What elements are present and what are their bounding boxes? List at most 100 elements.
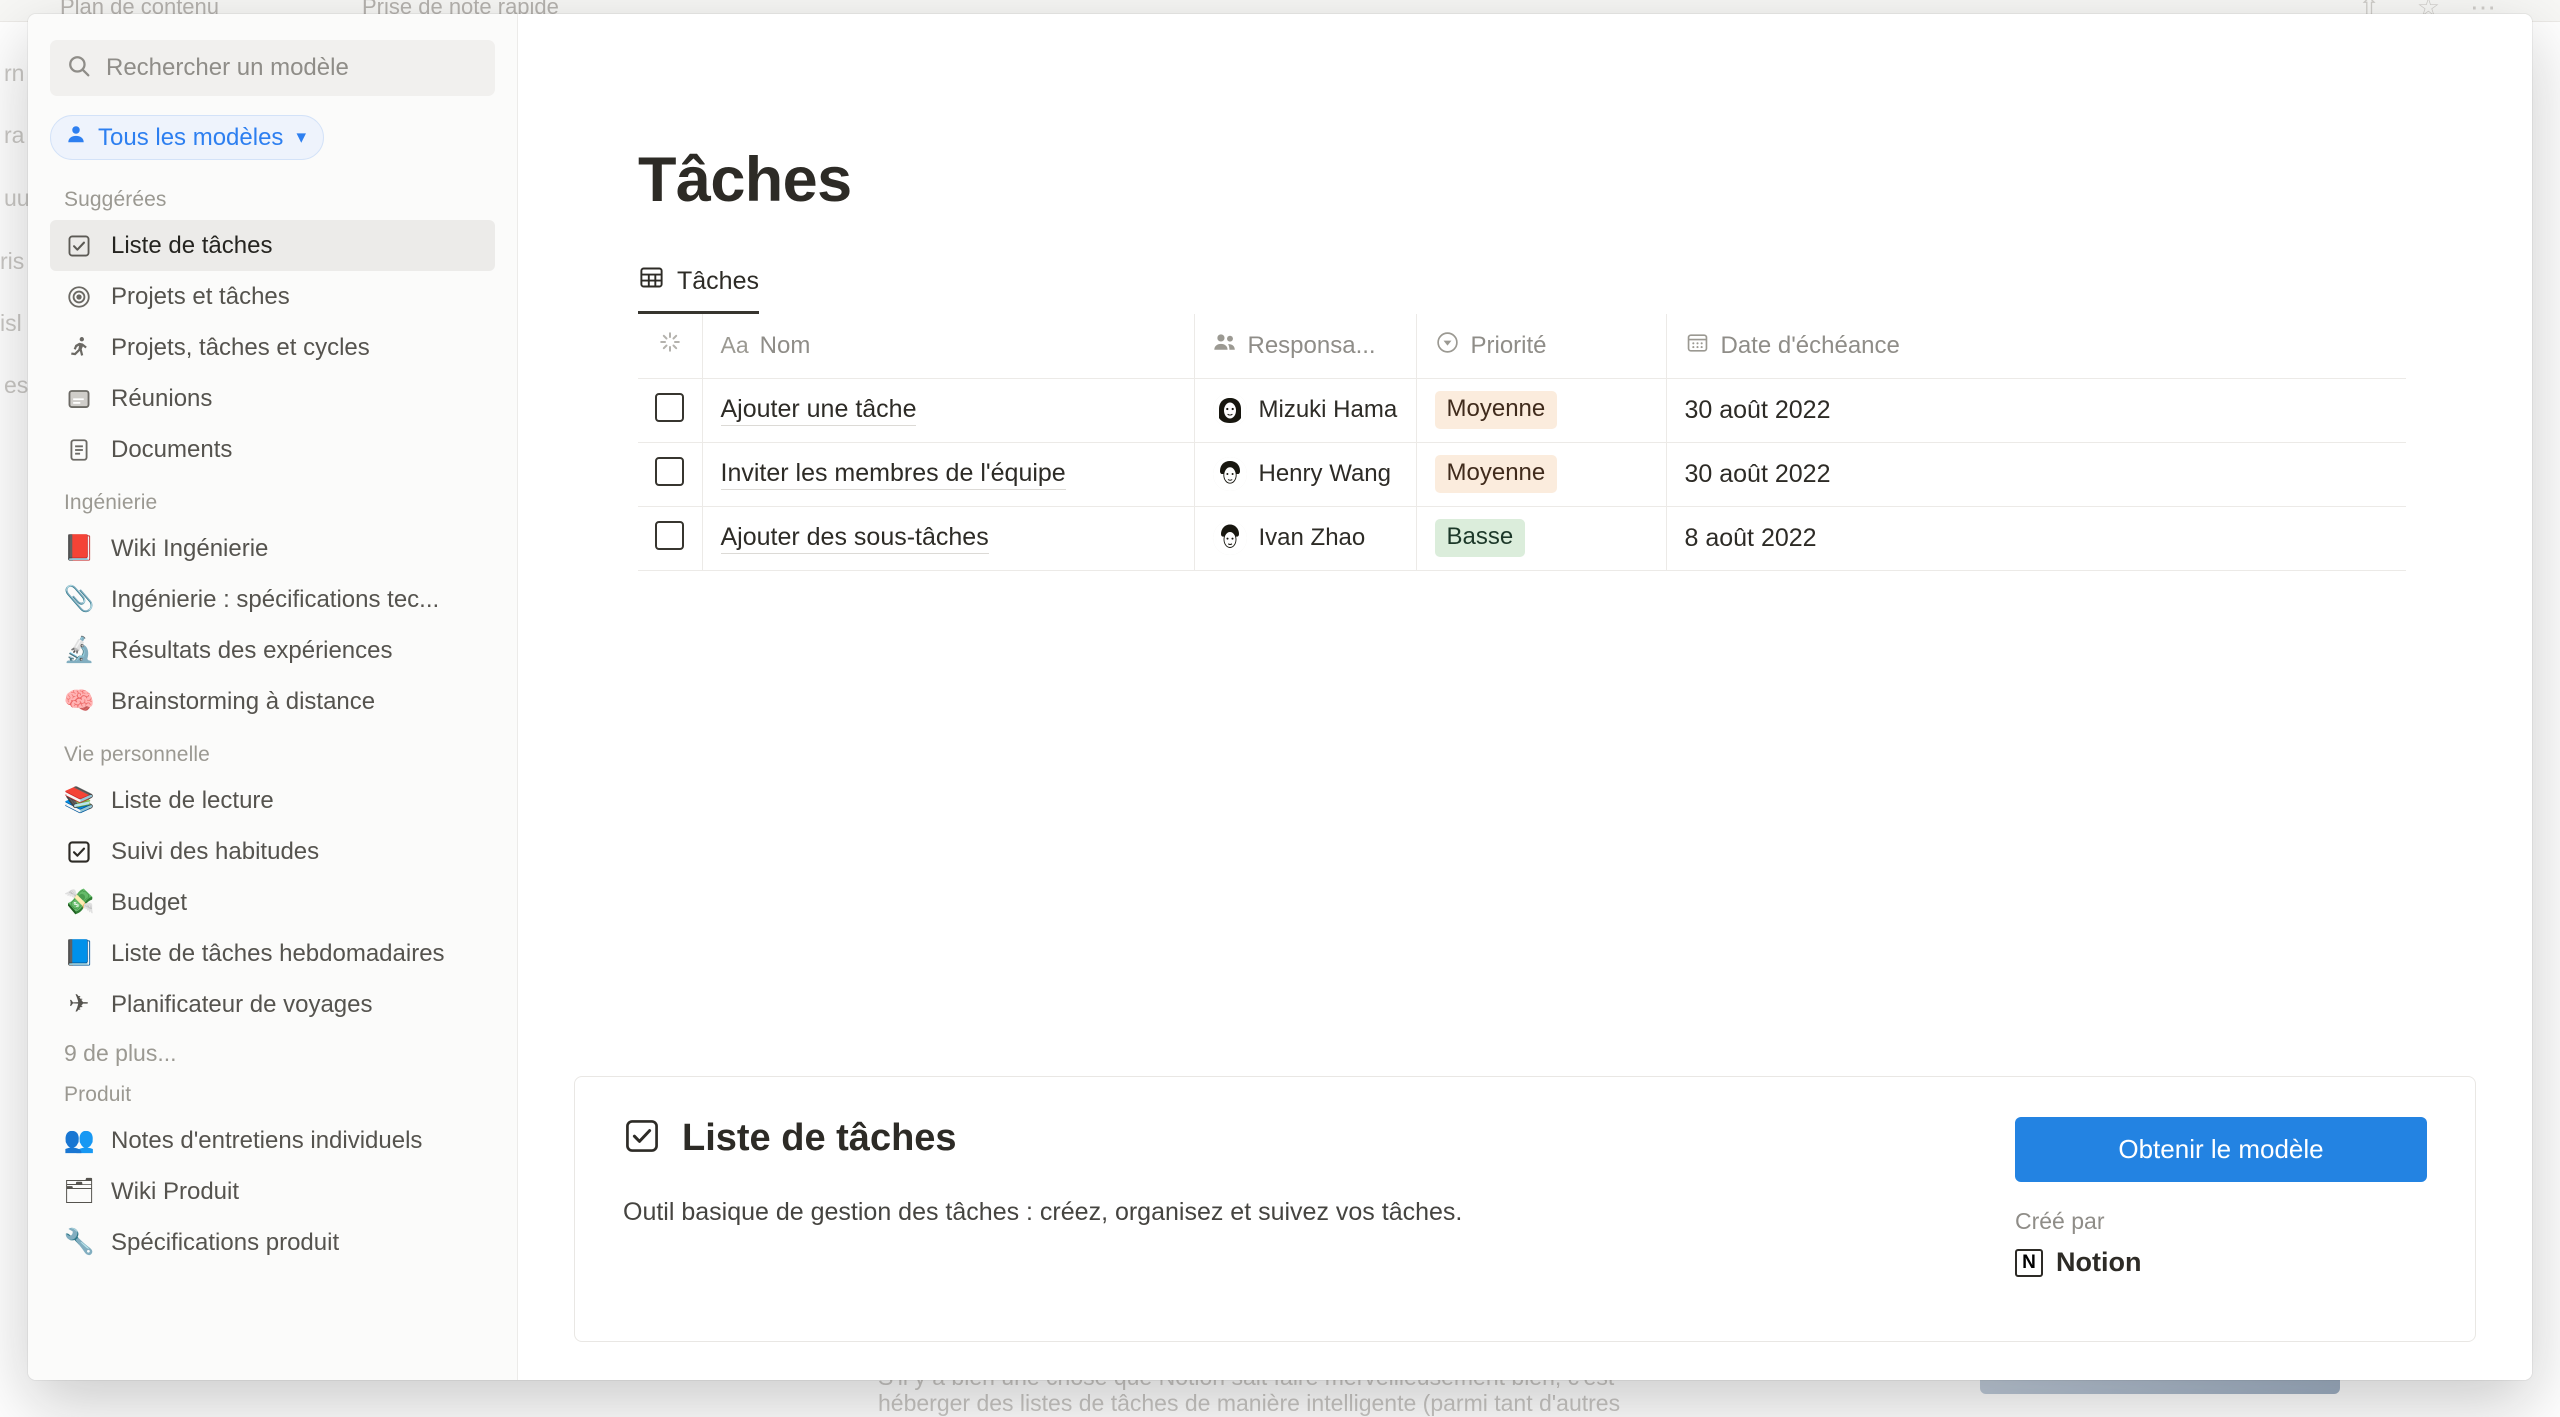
column-header-label: Priorité [1471, 332, 1547, 360]
row-priority-cell[interactable]: Moyenne [1416, 442, 1666, 506]
sidebar-item-label: Documents [111, 436, 232, 464]
column-header-check[interactable] [638, 314, 702, 378]
table-row[interactable]: Ajouter une tâche [638, 378, 2406, 442]
sidebar-item-suivi-des-habitudes[interactable]: Suivi des habitudes [50, 826, 495, 877]
row-checkbox[interactable] [655, 393, 684, 422]
row-owner-cell[interactable]: Mizuki Hama [1194, 378, 1416, 442]
sidebar-item-label: Liste de lecture [111, 787, 274, 815]
sidebar-item-liste-de-taches[interactable]: Liste de tâches [50, 220, 495, 271]
wrench-icon: 🔧 [64, 1228, 94, 1258]
sidebar-item-label: Projets, tâches et cycles [111, 334, 370, 362]
priority-badge: Moyenne [1435, 455, 1558, 493]
table-header-row: Aa Nom [638, 314, 2406, 378]
creator: N Notion [2015, 1247, 2427, 1278]
sidebar-item-projets-et-taches[interactable]: Projets et tâches [50, 271, 495, 322]
tab-label: Tâches [677, 267, 759, 296]
tab-taches[interactable]: Tâches [638, 264, 759, 314]
sidebar-item-reunions[interactable]: Réunions [50, 373, 495, 424]
row-date-cell[interactable]: 8 août 2022 [1666, 506, 2406, 570]
row-owner-cell[interactable]: Henry Wang [1194, 442, 1416, 506]
task-name[interactable]: Ajouter une tâche [721, 394, 917, 426]
column-header-owner[interactable]: Responsa... [1194, 314, 1416, 378]
book-icon: 📕 [64, 534, 94, 564]
sidebar-item-planificateur-de-voyages[interactable]: ✈ Planificateur de voyages [50, 979, 495, 1030]
sidebar-item-label: Résultats des expériences [111, 637, 392, 665]
search-field[interactable] [50, 40, 495, 96]
sidebar-item-resultats-experiences[interactable]: 🔬 Résultats des expériences [50, 625, 495, 676]
folder-icon: 🗂 [64, 1177, 94, 1207]
sidebar-item-label: Notes d'entretiens individuels [111, 1127, 422, 1155]
sidebar-item-budget[interactable]: 💸 Budget [50, 877, 495, 928]
sidebar-item-label: Ingénierie : spécifications tec... [111, 586, 439, 614]
all-templates-filter[interactable]: Tous les modèles ▾ [50, 115, 324, 160]
column-header-label: Date d'échéance [1721, 332, 1900, 360]
sidebar-item-projets-taches-cycles[interactable]: Projets, tâches et cycles [50, 322, 495, 373]
get-template-button[interactable]: Obtenir le modèle [2015, 1117, 2427, 1182]
sidebar-item-brainstorming-distance[interactable]: 🧠 Brainstorming à distance [50, 676, 495, 727]
template-preview-pane: Tâches Tâches [518, 14, 2532, 1380]
row-owner-cell[interactable]: Ivan Zhao [1194, 506, 1416, 570]
row-checkbox-cell[interactable] [638, 442, 702, 506]
column-header-date[interactable]: Date d'échéance [1666, 314, 2406, 378]
row-name-cell[interactable]: Ajouter une tâche [702, 378, 1194, 442]
row-name-cell[interactable]: Ajouter des sous-tâches [702, 506, 1194, 570]
row-date-cell[interactable]: 30 août 2022 [1666, 378, 2406, 442]
text-aa-icon: Aa [721, 332, 749, 359]
row-priority-cell[interactable]: Moyenne [1416, 378, 1666, 442]
row-checkbox[interactable] [655, 521, 684, 550]
document-icon [64, 435, 94, 465]
sidebar-item-label: Spécifications produit [111, 1229, 339, 1257]
notebook-icon: 📘 [64, 939, 94, 969]
show-more-link[interactable]: 9 de plus... [50, 1030, 495, 1067]
column-header-label: Nom [760, 332, 811, 360]
background-fragment-1: ra [4, 122, 24, 149]
background-body-line-2: héberger des listes de tâches de manière… [878, 1390, 1620, 1417]
due-date: 8 août 2022 [1685, 524, 1817, 552]
row-checkbox-cell[interactable] [638, 378, 702, 442]
section-label-vie-personnelle: Vie personnelle [50, 743, 495, 767]
avatar [1213, 393, 1247, 427]
airplane-icon: ✈ [64, 990, 94, 1020]
sidebar-item-liste-taches-hebdomadaires[interactable]: 📘 Liste de tâches hebdomadaires [50, 928, 495, 979]
sidebar-item-wiki-produit[interactable]: 🗂 Wiki Produit [50, 1166, 495, 1217]
sidebar-item-notes-entretiens-individuels[interactable]: 👥 Notes d'entretiens individuels [50, 1115, 495, 1166]
paperclip-icon: 📎 [64, 585, 94, 615]
section-label-ingenierie: Ingénierie [50, 491, 495, 515]
template-title: Liste de tâches [682, 1117, 957, 1160]
search-input[interactable] [106, 54, 479, 82]
row-checkbox[interactable] [655, 457, 684, 486]
priority-badge: Basse [1435, 519, 1526, 557]
tasks-table: Aa Nom [638, 314, 2406, 571]
sidebar-item-label: Planificateur de voyages [111, 991, 373, 1019]
sidebar-item-documents[interactable]: Documents [50, 424, 495, 475]
sidebar-item-liste-de-lecture[interactable]: 📚 Liste de lecture [50, 775, 495, 826]
column-header-name[interactable]: Aa Nom [702, 314, 1194, 378]
people-icon [1213, 331, 1237, 360]
owner-name: Ivan Zhao [1259, 524, 1366, 552]
task-name[interactable]: Inviter les membres de l'équipe [721, 458, 1066, 490]
sidebar-item-specifications-produit[interactable]: 🔧 Spécifications produit [50, 1217, 495, 1268]
table-row[interactable]: Ajouter des sous-tâches [638, 506, 2406, 570]
microscope-icon: 🔬 [64, 636, 94, 666]
row-date-cell[interactable]: 30 août 2022 [1666, 442, 2406, 506]
column-header-priority[interactable]: Priorité [1416, 314, 1666, 378]
people-icon: 👥 [64, 1126, 94, 1156]
preview-content: Tâches Tâches [518, 14, 2532, 1084]
template-gallery-modal: Tous les modèles ▾ Suggérées Liste de tâ… [28, 14, 2532, 1380]
sidebar-item-label: Liste de tâches [111, 232, 272, 260]
row-checkbox-cell[interactable] [638, 506, 702, 570]
money-icon: 💸 [64, 888, 94, 918]
sidebar-item-specifications-techniques[interactable]: 📎 Ingénierie : spécifications tec... [50, 574, 495, 625]
sidebar-item-wiki-ingenierie[interactable]: 📕 Wiki Ingénierie [50, 523, 495, 574]
background-fragment-4: isl [0, 310, 22, 337]
sidebar-item-label: Projets et tâches [111, 283, 290, 311]
owner-name: Henry Wang [1259, 460, 1392, 488]
owner-name: Mizuki Hama [1259, 396, 1398, 424]
row-name-cell[interactable]: Inviter les membres de l'équipe [702, 442, 1194, 506]
task-name[interactable]: Ajouter des sous-tâches [721, 522, 989, 554]
row-priority-cell[interactable]: Basse [1416, 506, 1666, 570]
table-row[interactable]: Inviter les membres de l'équipe [638, 442, 2406, 506]
avatar [1213, 521, 1247, 555]
table-grid-icon [638, 264, 665, 298]
sidebar-item-label: Budget [111, 889, 187, 917]
